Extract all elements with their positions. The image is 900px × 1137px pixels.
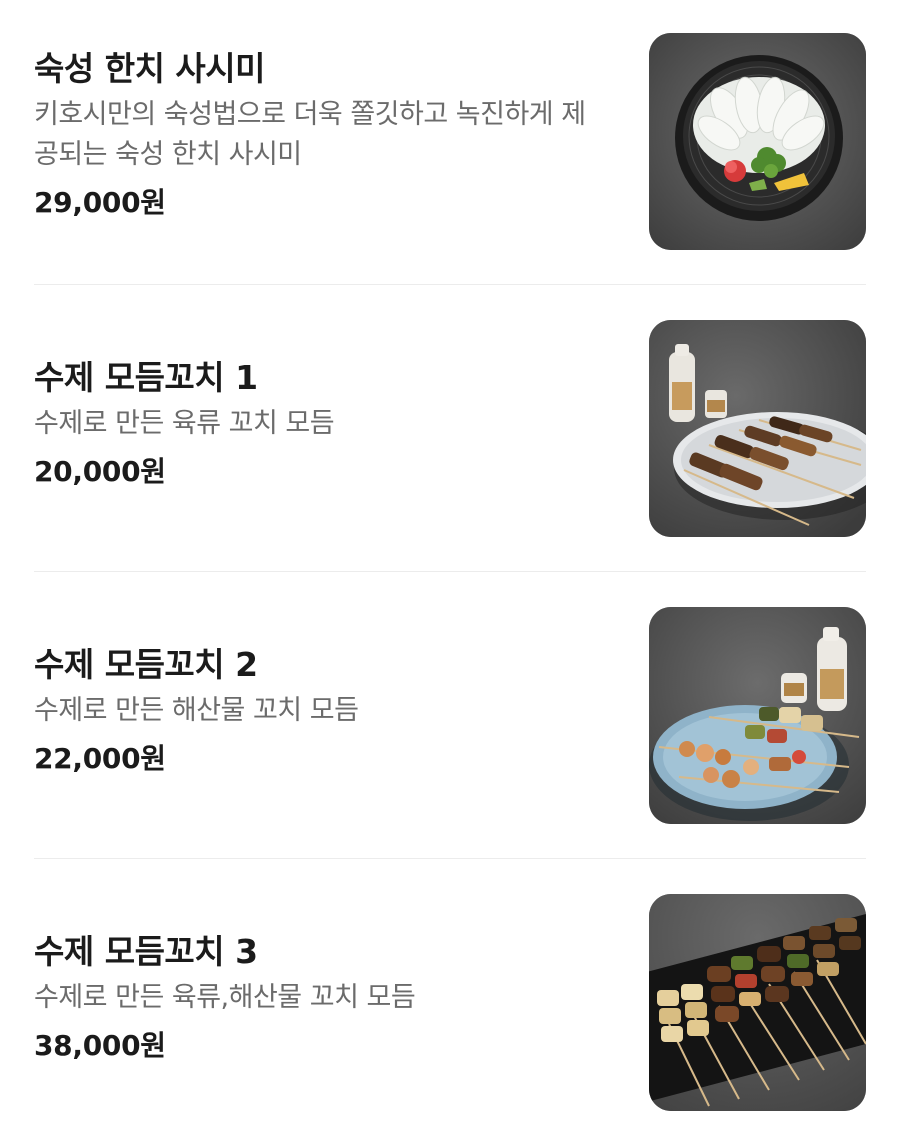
menu-item-photo[interactable] (649, 33, 866, 250)
menu-item-description: 키호시만의 숙성법으로 더욱 쫄깃하고 녹진하게 제공되는 숙성 한치 사시미 (34, 99, 586, 170)
menu-item-photo[interactable] (649, 607, 866, 824)
menu-item-meat-skewers[interactable]: 수제 모듬꼬치 1 수제로 만든 육류 꼬치 모듬 20,000원 (34, 320, 866, 537)
menu-item-name: 수제 모듬꼬치 2 (34, 645, 258, 684)
menu-divider (34, 284, 866, 285)
menu-item-price: 38,000원 (34, 1029, 166, 1062)
menu-item-photo[interactable] (649, 894, 866, 1111)
seafood-skewers-plate-image (649, 607, 866, 824)
menu-item-description: 수제로 만든 육류 꼬치 모듬 (34, 408, 335, 439)
menu-item-price: 29,000원 (34, 186, 166, 219)
menu-list: 숙성 한치 사시미 키호시만의 숙성법으로 더욱 쫄깃하고 녹진하게 제공되는 … (0, 0, 900, 1137)
meat-skewers-plate-image (649, 320, 866, 537)
menu-item-name: 숙성 한치 사시미 (34, 49, 266, 88)
menu-item-price: 20,000원 (34, 455, 166, 488)
menu-item-squid-sashimi[interactable]: 숙성 한치 사시미 키호시만의 숙성법으로 더욱 쫄깃하고 녹진하게 제공되는 … (34, 33, 866, 250)
menu-item-name: 수제 모듬꼬치 1 (34, 358, 258, 397)
menu-item-text: 수제 모듬꼬치 2 수제로 만든 해산물 꼬치 모듬 22,000원 (34, 645, 614, 779)
menu-item-description: 수제로 만든 육류,해산물 꼬치 모듬 (34, 982, 416, 1013)
menu-item-text: 수제 모듬꼬치 3 수제로 만든 육류,해산물 꼬치 모듬 38,000원 (34, 932, 614, 1066)
menu-item-mixed-skewers[interactable]: 수제 모듬꼬치 3 수제로 만든 육류,해산물 꼬치 모듬 38,000원 (34, 894, 866, 1111)
menu-item-photo[interactable] (649, 320, 866, 537)
menu-divider (34, 858, 866, 859)
menu-item-price: 22,000원 (34, 742, 166, 775)
menu-item-seafood-skewers[interactable]: 수제 모듬꼬치 2 수제로 만든 해산물 꼬치 모듬 22,000원 (34, 607, 866, 824)
menu-divider (34, 571, 866, 572)
mixed-skewers-tray-image (649, 894, 866, 1111)
menu-item-name: 수제 모듬꼬치 3 (34, 932, 258, 971)
menu-item-text: 수제 모듬꼬치 1 수제로 만든 육류 꼬치 모듬 20,000원 (34, 358, 614, 492)
menu-item-description: 수제로 만든 해산물 꼬치 모듬 (34, 695, 359, 726)
squid-sashimi-plate-image (649, 33, 866, 250)
menu-item-text: 숙성 한치 사시미 키호시만의 숙성법으로 더욱 쫄깃하고 녹진하게 제공되는 … (34, 49, 614, 223)
